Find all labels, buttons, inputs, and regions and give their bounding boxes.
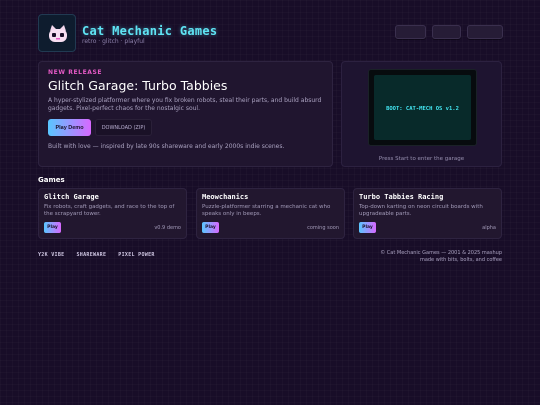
- copyright-text: © Cat Mechanic Games — 2001 & 2025 mashu…: [380, 250, 502, 256]
- terminal-caption: Press Start to enter the garage: [378, 156, 465, 162]
- nav-button-2[interactable]: [432, 25, 461, 39]
- logo[interactable]: [38, 14, 76, 52]
- hero-title: Glitch Garage: Turbo Tabbies: [48, 78, 228, 93]
- brand: Cat Mechanic Games retro · glitch · play…: [82, 24, 217, 45]
- crt-screen[interactable]: BOOT: CAT-MECH OS v1.2: [368, 69, 477, 146]
- game-status: coming soon: [307, 225, 339, 231]
- header-nav: [395, 25, 503, 39]
- credit-text: made with bits, bolts, and coffee: [419, 256, 502, 263]
- game-card: Meowchanics Puzzle-platformer starring a…: [196, 188, 345, 239]
- game-play-button[interactable]: Play: [359, 222, 376, 233]
- site-header: Cat Mechanic Games retro · glitch · play…: [38, 14, 503, 52]
- release-badge: NEW RELEASE: [48, 69, 103, 76]
- game-play-button[interactable]: Play: [202, 222, 219, 233]
- badge-pixel-power: PIXEL POWER: [118, 252, 155, 258]
- game-card: Turbo Tabbies Racing Top-down karting on…: [353, 188, 502, 239]
- terminal-card: BOOT: CAT-MECH OS v1.2 Press Start to en…: [341, 61, 502, 167]
- game-title: Meowchanics: [202, 193, 249, 201]
- footer-badges: Y2K VIBE SHAREWARE PIXEL POWER: [38, 252, 155, 258]
- site-tagline: retro · glitch · playful: [82, 38, 145, 45]
- game-title: Turbo Tabbies Racing: [359, 193, 444, 201]
- game-description: Puzzle-platformer starring a mechanic ca…: [202, 204, 331, 217]
- games-heading: Games: [38, 176, 65, 184]
- hero-footnote: Built with love — inspired by late 90s s…: [48, 143, 285, 150]
- game-status: v0.9 demo: [154, 225, 181, 231]
- badge-y2k: Y2K VIBE: [38, 252, 65, 258]
- screen-display: BOOT: CAT-MECH OS v1.2: [374, 75, 471, 140]
- game-status: alpha: [482, 225, 496, 231]
- footer-credits: © Cat Mechanic Games — 2001 & 2025 mashu…: [380, 250, 502, 263]
- cat-mascot-icon: [49, 25, 67, 42]
- play-demo-button[interactable]: Play Demo: [48, 119, 91, 136]
- game-title: Glitch Garage: [44, 193, 99, 201]
- hero-card: NEW RELEASE Glitch Garage: Turbo Tabbies…: [38, 61, 333, 167]
- game-card: Glitch Garage Fix robots, craft gadgets,…: [38, 188, 187, 239]
- nav-button-3[interactable]: [467, 25, 503, 39]
- game-description: Fix robots, craft gadgets, and race to t…: [44, 204, 175, 217]
- site-title[interactable]: Cat Mechanic Games: [82, 24, 217, 38]
- game-play-button[interactable]: Play: [44, 222, 61, 233]
- boot-text: BOOT: CAT-MECH OS v1.2: [386, 106, 459, 112]
- download-button[interactable]: DOWNLOAD (ZIP): [95, 119, 152, 136]
- game-description: Top-down karting on neon circuit boards …: [359, 204, 483, 217]
- badge-shareware: SHAREWARE: [76, 252, 107, 258]
- nav-button-1[interactable]: [395, 25, 426, 39]
- hero-description: A hyper-stylized platformer where you fi…: [48, 97, 322, 112]
